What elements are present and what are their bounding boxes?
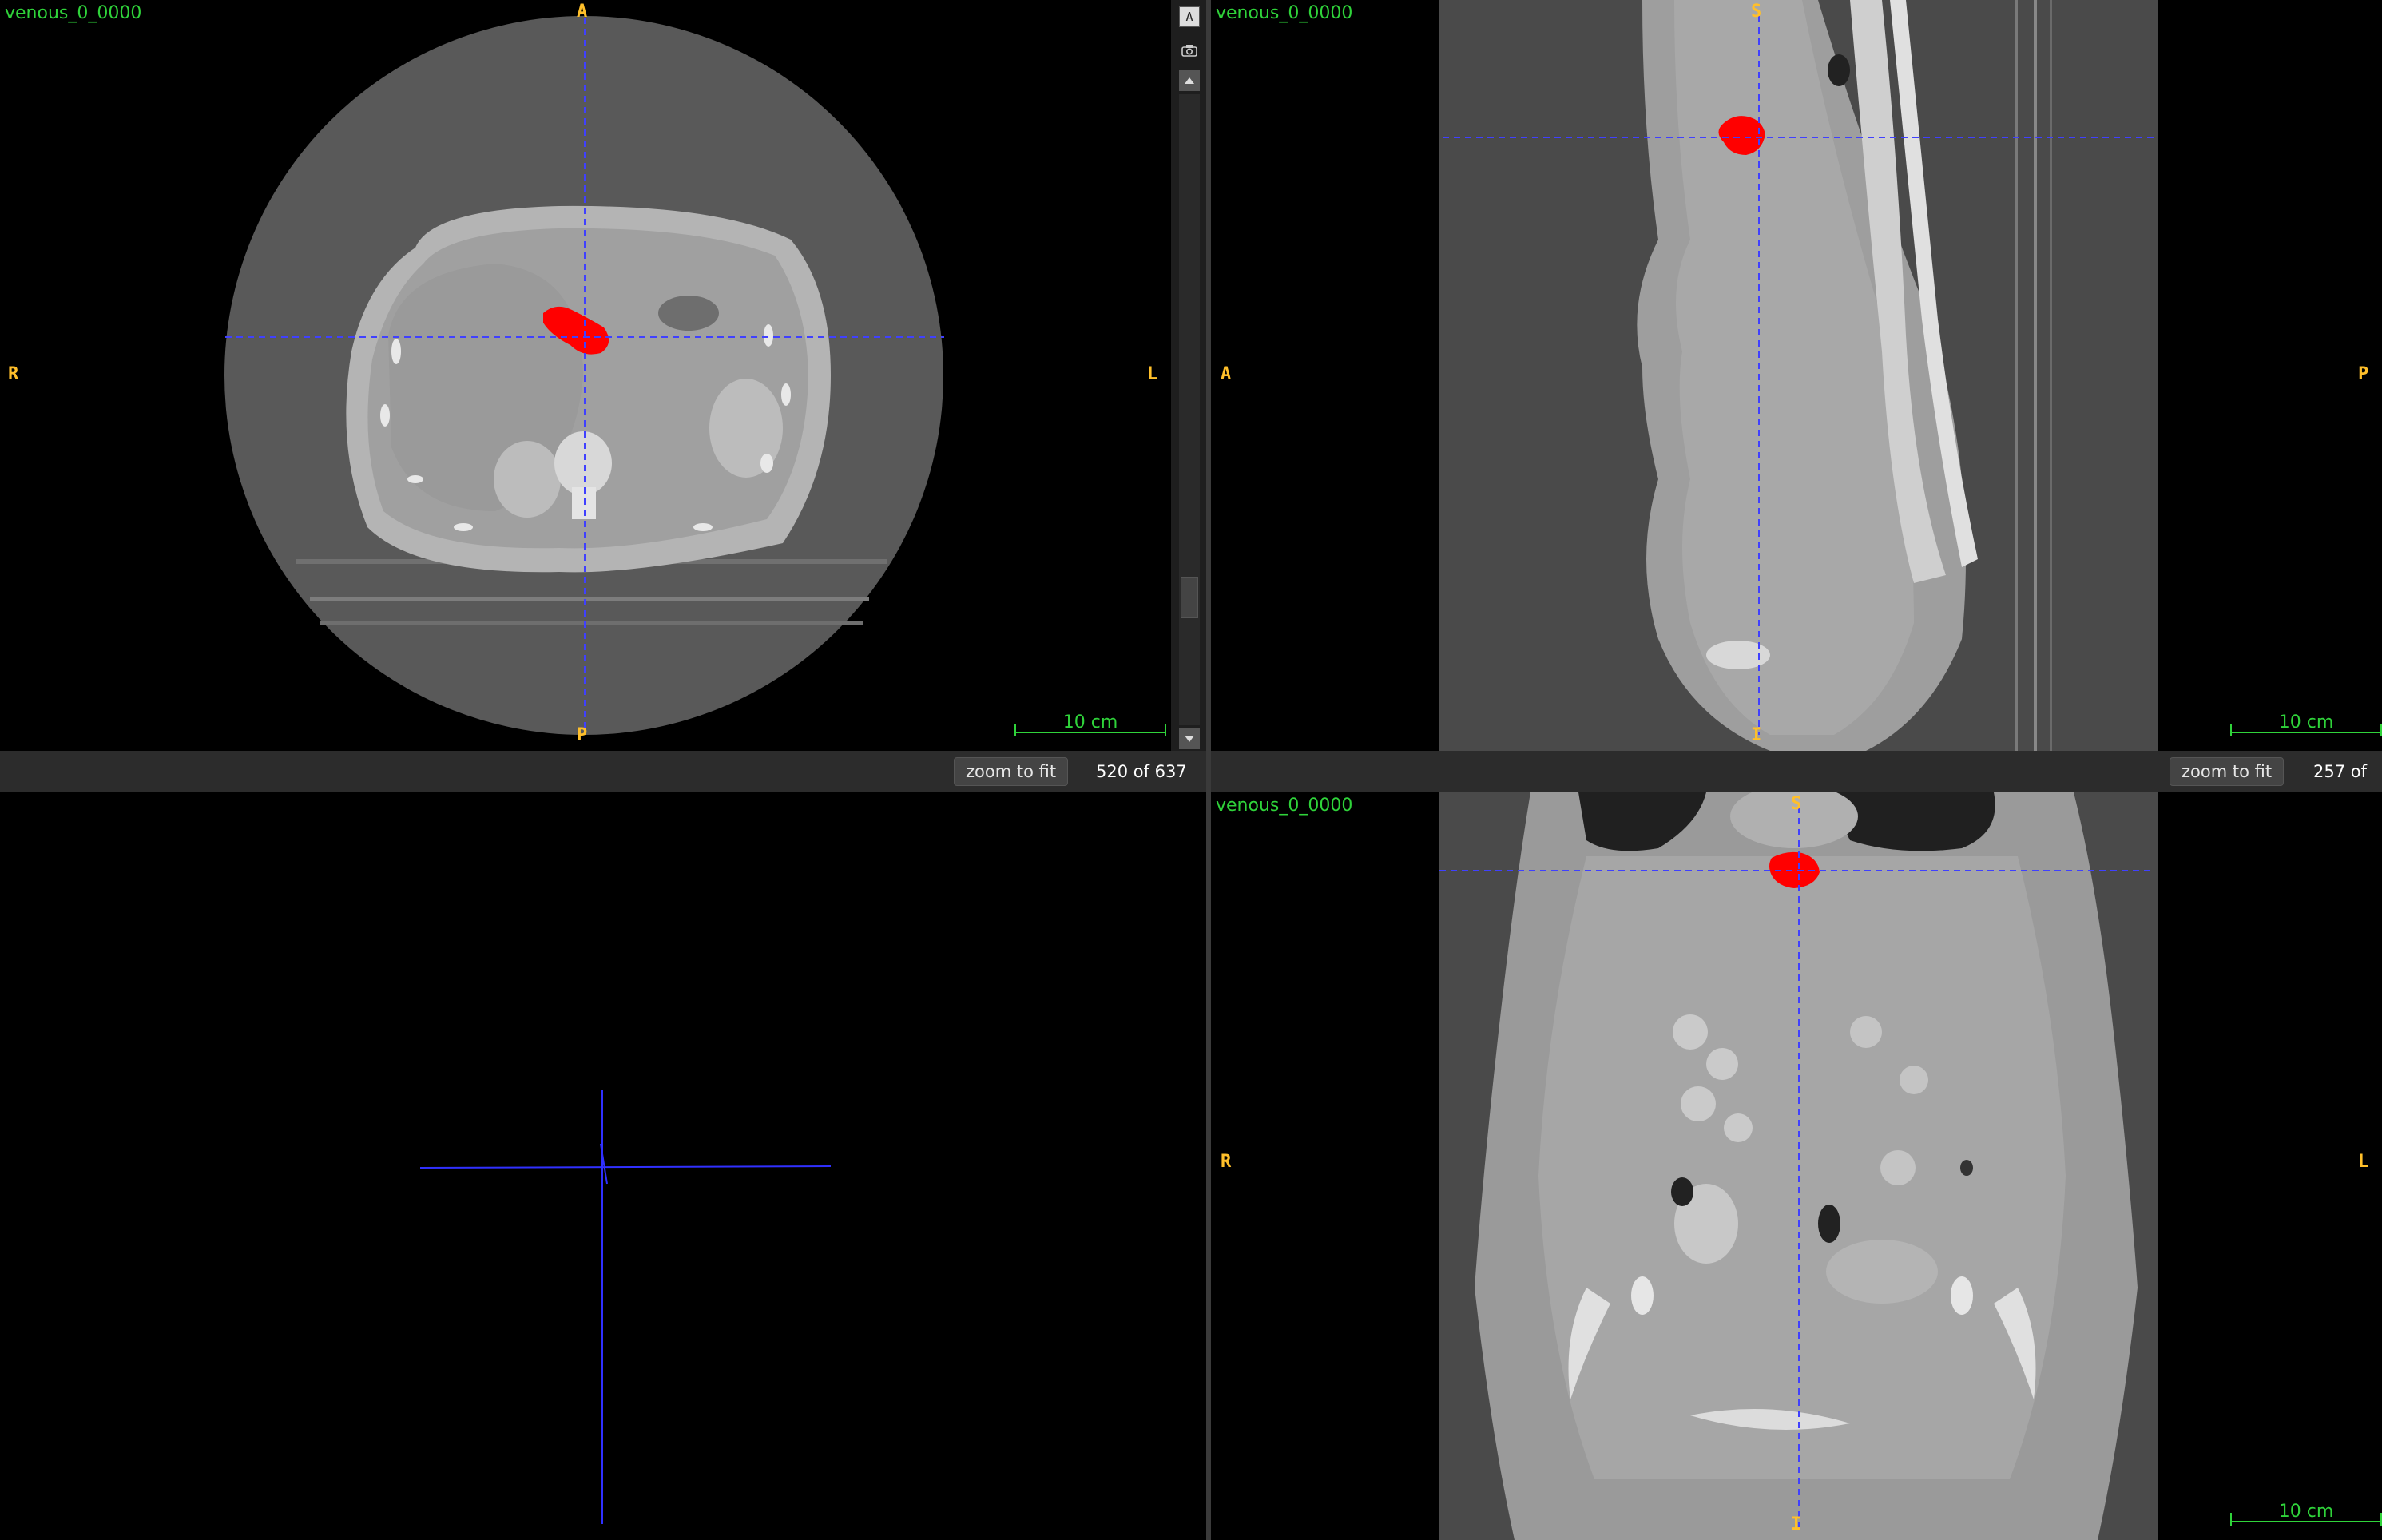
axial-status-bar: zoom to fit 520 of 637 bbox=[0, 751, 1206, 792]
zoom-to-fit-button[interactable]: zoom to fit bbox=[2170, 757, 2285, 786]
zoom-to-fit-button[interactable]: zoom to fit bbox=[954, 757, 1069, 786]
orientation-bottom-label: I bbox=[1791, 1514, 1802, 1534]
orientation-right-label: L bbox=[1147, 364, 1158, 384]
sagittal-view[interactable]: venous_0_0000 S I A P 10 cm bbox=[1211, 0, 2382, 751]
volume-name-label: venous_0_0000 bbox=[5, 3, 142, 23]
orientation-bottom-label: I bbox=[1751, 725, 1762, 745]
3d-crosshair bbox=[419, 1090, 832, 1524]
axial-image bbox=[224, 16, 944, 735]
orientation-left-label: R bbox=[8, 364, 19, 384]
sagittal-image bbox=[1439, 0, 2158, 751]
scale-bar: 10 cm bbox=[2230, 1502, 2382, 1526]
coronal-image bbox=[1439, 792, 2158, 1540]
volume-name-label: venous_0_0000 bbox=[1216, 3, 1353, 23]
arrow-up-icon[interactable] bbox=[1179, 70, 1200, 91]
orientation-left-label: R bbox=[1221, 1152, 1232, 1172]
annotation-toggle-icon[interactable]: A bbox=[1179, 6, 1200, 27]
orientation-top-label: S bbox=[1791, 794, 1802, 814]
slice-scrollbar-track[interactable] bbox=[1179, 94, 1200, 725]
volume-name-label: venous_0_0000 bbox=[1216, 796, 1353, 816]
view-sidebar: A bbox=[1171, 0, 1206, 751]
scale-bar-label: 10 cm bbox=[1062, 712, 1118, 732]
scale-bar-label: 10 cm bbox=[2278, 1502, 2334, 1522]
orientation-top-label: A bbox=[577, 2, 588, 22]
orientation-bottom-label: P bbox=[577, 725, 588, 745]
orientation-top-label: S bbox=[1751, 2, 1762, 22]
vertical-splitter[interactable] bbox=[1206, 0, 1211, 1540]
slice-indicator: 520 of 637 bbox=[1096, 762, 1187, 781]
scale-bar-label: 10 cm bbox=[2278, 712, 2334, 732]
scale-bar: 10 cm bbox=[2230, 712, 2382, 736]
orientation-right-label: P bbox=[2358, 364, 2369, 384]
arrow-down-icon[interactable] bbox=[1179, 728, 1200, 749]
camera-icon[interactable] bbox=[1179, 40, 1200, 61]
axial-view[interactable]: venous_0_0000 A P R L 10 cm bbox=[0, 0, 1171, 751]
slice-indicator: 257 of 5 bbox=[2313, 762, 2367, 810]
3d-view[interactable] bbox=[0, 792, 1206, 1540]
orientation-left-label: A bbox=[1221, 364, 1232, 384]
coronal-view[interactable]: venous_0_0000 S I R L 10 cm bbox=[1211, 792, 2382, 1540]
sagittal-status-bar: zoom to fit 257 of 5 bbox=[1211, 751, 2382, 810]
orientation-right-label: L bbox=[2358, 1152, 2369, 1172]
scale-bar: 10 cm bbox=[1014, 712, 1166, 736]
slice-scrollbar-thumb[interactable] bbox=[1181, 577, 1198, 618]
